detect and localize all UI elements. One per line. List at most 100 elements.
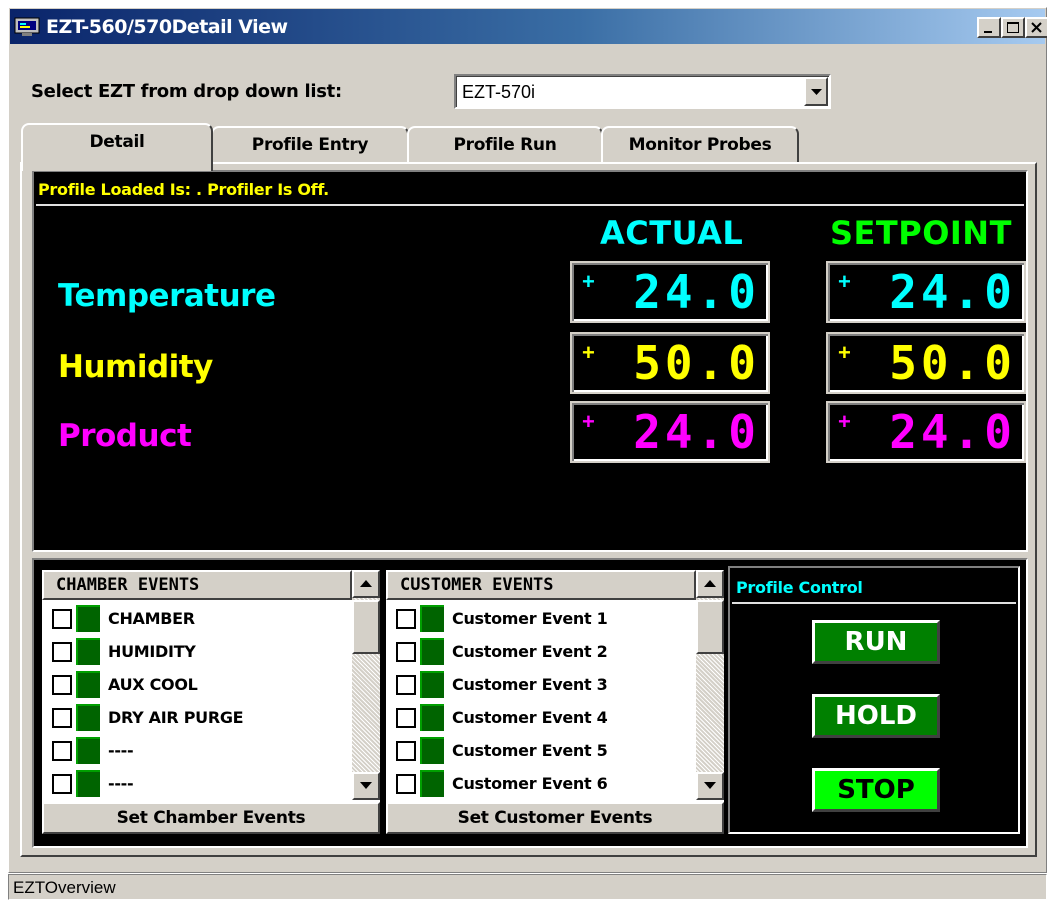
event-label: Customer Event 5 bbox=[452, 741, 608, 760]
status-bar-text: EZTOverview bbox=[13, 878, 116, 897]
event-label: Customer Event 3 bbox=[452, 675, 608, 694]
status-led-icon bbox=[420, 737, 444, 764]
scroll-up-button[interactable] bbox=[352, 570, 380, 598]
window-title: EZT-560/570Detail View bbox=[46, 16, 288, 38]
status-divider bbox=[36, 204, 1024, 206]
sign-indicator: + bbox=[582, 409, 595, 434]
close-button[interactable] bbox=[1025, 17, 1047, 38]
list-item[interactable]: Customer Event 6 bbox=[386, 767, 696, 800]
status-led-icon bbox=[76, 770, 100, 797]
chevron-down-icon bbox=[360, 782, 372, 789]
list-item[interactable]: DRY AIR PURGE bbox=[42, 701, 352, 734]
hold-button[interactable]: HOLD bbox=[812, 694, 940, 738]
list-item[interactable]: CHAMBER bbox=[42, 602, 352, 635]
profile-control-title: Profile Control bbox=[736, 578, 863, 597]
maximize-button[interactable] bbox=[1001, 17, 1025, 38]
temperature-label: Temperature bbox=[58, 278, 276, 314]
list-item[interactable]: Customer Event 4 bbox=[386, 701, 696, 734]
event-checkbox[interactable] bbox=[396, 642, 416, 662]
chamber-events-list[interactable]: CHAMBER EVENTS CHAMBER HUMIDITY AUX COOL… bbox=[42, 570, 380, 834]
profile-control-divider bbox=[732, 602, 1016, 604]
list-item[interactable]: Customer Event 5 bbox=[386, 734, 696, 767]
product-setpoint-readout: + 24.0 bbox=[826, 401, 1026, 463]
profile-control-panel: Profile Control RUN HOLD STOP bbox=[728, 566, 1020, 834]
event-label: DRY AIR PURGE bbox=[108, 708, 244, 727]
sign-indicator: + bbox=[582, 340, 595, 365]
event-checkbox[interactable] bbox=[52, 741, 72, 761]
humidity-setpoint-readout: + 50.0 bbox=[826, 332, 1026, 394]
scroll-thumb[interactable] bbox=[352, 600, 380, 654]
event-checkbox[interactable] bbox=[396, 708, 416, 728]
status-led-icon bbox=[76, 605, 100, 632]
list-item[interactable]: Customer Event 2 bbox=[386, 635, 696, 668]
product-label: Product bbox=[58, 418, 192, 454]
event-checkbox[interactable] bbox=[52, 642, 72, 662]
status-led-icon bbox=[76, 737, 100, 764]
status-led-icon bbox=[420, 770, 444, 797]
detail-view-window: EZT-560/570Detail View Select EZT from d… bbox=[8, 7, 1047, 873]
humidity-label: Humidity bbox=[58, 349, 213, 385]
close-icon bbox=[1031, 22, 1042, 33]
run-button[interactable]: RUN bbox=[812, 620, 940, 664]
sign-indicator: + bbox=[838, 269, 851, 294]
event-label: HUMIDITY bbox=[108, 642, 196, 661]
list-item[interactable]: Customer Event 3 bbox=[386, 668, 696, 701]
title-bar[interactable]: EZT-560/570Detail View bbox=[10, 9, 1047, 44]
event-checkbox[interactable] bbox=[52, 675, 72, 695]
event-checkbox[interactable] bbox=[396, 675, 416, 695]
event-checkbox[interactable] bbox=[52, 609, 72, 629]
customer-events-header[interactable]: CUSTOMER EVENTS bbox=[386, 570, 696, 600]
scroll-thumb[interactable] bbox=[696, 600, 724, 654]
ezt-dropdown-value: EZT-570i bbox=[462, 82, 536, 102]
status-led-icon bbox=[420, 605, 444, 632]
product-setpoint-value: 24.0 bbox=[889, 405, 1016, 459]
event-checkbox[interactable] bbox=[396, 609, 416, 629]
event-label: ---- bbox=[108, 774, 134, 793]
event-checkbox[interactable] bbox=[396, 774, 416, 794]
humidity-actual-readout: + 50.0 bbox=[570, 332, 770, 394]
scroll-up-button[interactable] bbox=[696, 570, 724, 598]
chevron-down-icon bbox=[704, 782, 716, 789]
event-label: Customer Event 4 bbox=[452, 708, 608, 727]
status-led-icon bbox=[76, 638, 100, 665]
sign-indicator: + bbox=[582, 269, 595, 294]
product-actual-readout: + 24.0 bbox=[570, 401, 770, 463]
scroll-down-button[interactable] bbox=[352, 772, 380, 800]
ezt-select-label: Select EZT from drop down list: bbox=[31, 81, 342, 102]
list-item[interactable]: Customer Event 1 bbox=[386, 602, 696, 635]
humidity-actual-value: 50.0 bbox=[633, 336, 760, 390]
ezt-dropdown[interactable]: EZT-570i bbox=[454, 74, 831, 109]
list-item[interactable]: AUX COOL bbox=[42, 668, 352, 701]
chamber-events-header[interactable]: CHAMBER EVENTS bbox=[42, 570, 352, 600]
detail-tab-panel: Profile Loaded Is: . Profiler Is Off. AC… bbox=[20, 162, 1037, 857]
customer-events-rows: Customer Event 1 Customer Event 2 Custom… bbox=[386, 602, 696, 800]
sign-indicator: + bbox=[838, 409, 851, 434]
dropdown-arrow-button[interactable] bbox=[804, 77, 828, 106]
event-checkbox[interactable] bbox=[396, 741, 416, 761]
event-checkbox[interactable] bbox=[52, 774, 72, 794]
tab-profile-entry[interactable]: Profile Entry bbox=[211, 126, 409, 166]
chamber-events-scrollbar[interactable] bbox=[352, 570, 380, 800]
customer-events-scrollbar[interactable] bbox=[696, 570, 724, 800]
list-item[interactable]: ---- bbox=[42, 767, 352, 800]
list-item[interactable]: ---- bbox=[42, 734, 352, 767]
temperature-setpoint-readout: + 24.0 bbox=[826, 261, 1026, 323]
tab-monitor-probes[interactable]: Monitor Probes bbox=[601, 126, 799, 166]
minimize-icon bbox=[984, 31, 992, 33]
event-checkbox[interactable] bbox=[52, 708, 72, 728]
tab-profile-run[interactable]: Profile Run bbox=[407, 126, 603, 166]
scroll-down-button[interactable] bbox=[696, 772, 724, 800]
status-led-icon bbox=[420, 671, 444, 698]
setpoint-header: SETPOINT bbox=[830, 214, 1012, 252]
profile-status-text: Profile Loaded Is: . Profiler Is Off. bbox=[38, 180, 329, 199]
event-label: AUX COOL bbox=[108, 675, 198, 694]
sign-indicator: + bbox=[838, 340, 851, 365]
stop-button[interactable]: STOP bbox=[812, 768, 940, 812]
set-customer-events-button[interactable]: Set Customer Events bbox=[386, 802, 724, 834]
minimize-button[interactable] bbox=[977, 17, 1001, 38]
list-item[interactable]: HUMIDITY bbox=[42, 635, 352, 668]
set-chamber-events-button[interactable]: Set Chamber Events bbox=[42, 802, 380, 834]
event-label: Customer Event 2 bbox=[452, 642, 608, 661]
customer-events-list[interactable]: CUSTOMER EVENTS Customer Event 1 Custome… bbox=[386, 570, 724, 834]
tab-detail[interactable]: Detail bbox=[21, 123, 213, 171]
